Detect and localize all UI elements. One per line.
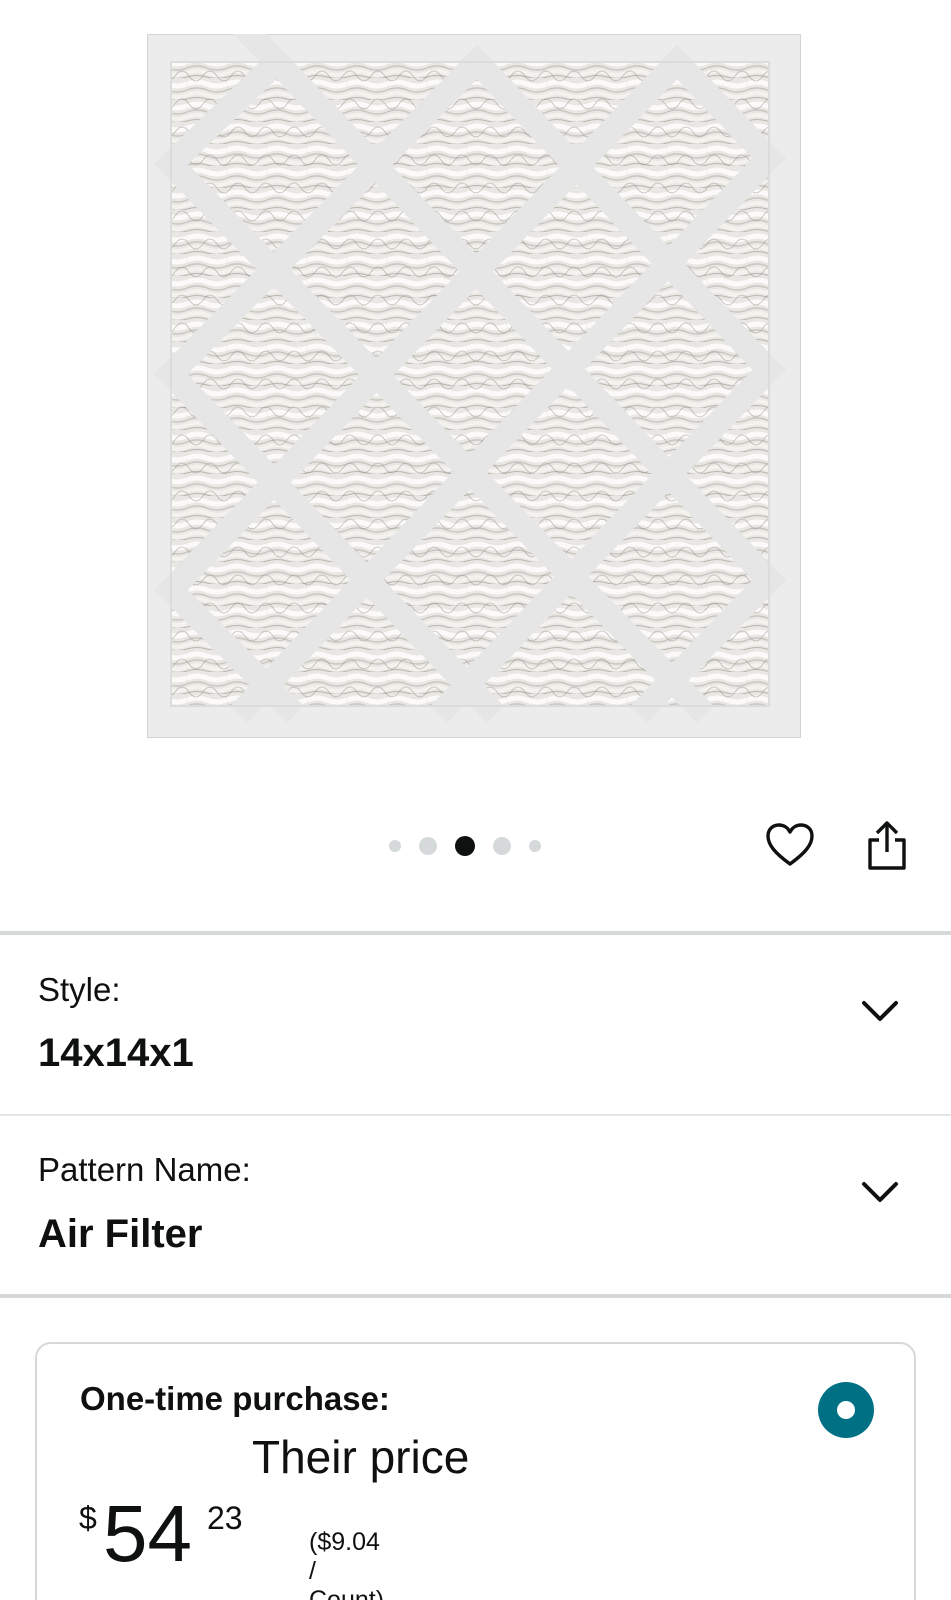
carousel-dot-active[interactable] <box>455 836 475 856</box>
carousel-dot[interactable] <box>419 837 437 855</box>
carousel-dot[interactable] <box>493 837 511 855</box>
image-carousel-dots[interactable] <box>389 836 541 856</box>
price-fraction: 23 <box>207 1500 243 1536</box>
pattern-value: Air Filter <box>38 1212 203 1256</box>
add-to-list-button[interactable] <box>763 818 817 872</box>
price-caption: Their price <box>252 1431 470 1483</box>
pattern-label: Pattern Name: <box>38 1151 251 1188</box>
share-icon <box>868 821 906 870</box>
one-time-purchase-card[interactable]: One-time purchase: Their price $ 54 23 (… <box>35 1342 916 1600</box>
unit-price: ($9.04 / Count) <box>309 1528 385 1600</box>
product-page: Style: 14x14x1 Pattern Name: Air Filter … <box>0 0 951 1600</box>
pattern-selector[interactable]: Pattern Name: Air Filter <box>0 1116 951 1292</box>
price-whole: 54 <box>103 1489 192 1578</box>
air-filter-image <box>147 34 801 738</box>
carousel-dot[interactable] <box>529 840 541 852</box>
purchase-option-title: One-time purchase: <box>80 1380 390 1417</box>
style-label: Style: <box>38 971 121 1008</box>
style-selector[interactable]: Style: 14x14x1 <box>0 935 951 1111</box>
purchase-radio-selected[interactable] <box>818 1382 874 1438</box>
product-image[interactable] <box>147 34 801 738</box>
section-divider <box>0 1294 951 1298</box>
chevron-down-icon[interactable] <box>860 1179 900 1207</box>
chevron-down-icon[interactable] <box>860 998 900 1026</box>
carousel-dot[interactable] <box>389 840 401 852</box>
heart-outline-icon <box>766 823 814 866</box>
price-currency-symbol: $ <box>79 1500 97 1536</box>
style-value: 14x14x1 <box>38 1031 194 1075</box>
radio-dot <box>837 1401 855 1419</box>
share-button[interactable] <box>860 818 914 874</box>
